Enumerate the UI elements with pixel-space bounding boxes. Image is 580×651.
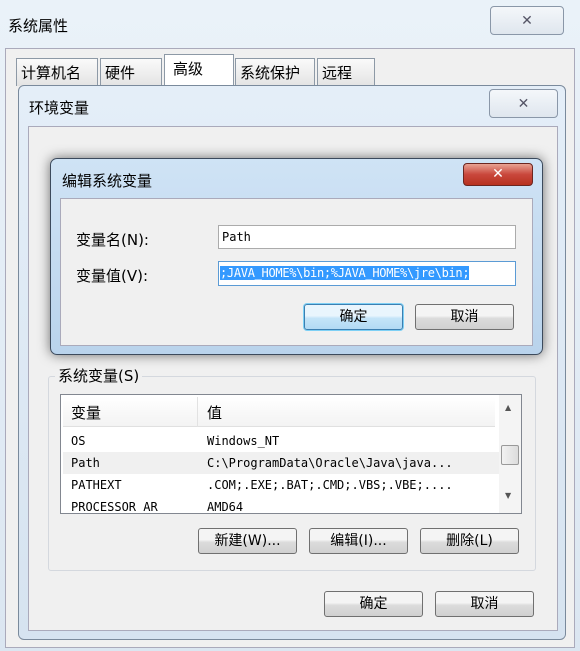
var-value: Windows_NT [207, 434, 280, 448]
table-row[interactable]: PROCESSOR_AR AMD64 [63, 496, 499, 514]
close-icon: ✕ [521, 13, 533, 29]
var-name: OS [71, 434, 86, 448]
tab-hardware[interactable]: 硬件 [100, 58, 162, 86]
system-vars-list[interactable]: 变量 值 OS Windows_NT Path C:\ProgramData\Ora… [60, 394, 522, 514]
dialog-body: 变量名(N): Path 变量值(V): ;JAVA_HOME%\bin;%JA… [60, 198, 533, 346]
tab-remote[interactable]: 远程 [317, 58, 375, 86]
table-row[interactable]: OS Windows_NT [63, 430, 499, 452]
var-name: PATHEXT [71, 478, 122, 492]
var-value: .COM;.EXE;.BAT;.CMD;.VBS;.VBE;.... [207, 478, 453, 492]
name-label: 变量名(N): [76, 231, 149, 249]
scroll-thumb[interactable] [501, 445, 519, 465]
tab-system-protection[interactable]: 系统保护 [235, 58, 315, 86]
system-vars-label: 系统变量(S) [55, 365, 143, 386]
var-value: C:\ProgramData\Oracle\Java\java... [207, 456, 453, 470]
variable-name-input[interactable]: Path [218, 225, 516, 249]
column-header-value[interactable]: 值 [207, 402, 222, 423]
window-title: 系统属性 [8, 17, 69, 35]
delete-button[interactable]: 删除(L) [420, 528, 519, 554]
var-name: Path [71, 456, 100, 470]
table-row[interactable]: Path C:\ProgramData\Oracle\Java\java... [63, 452, 499, 474]
ok-button[interactable]: 确定 [324, 591, 423, 617]
close-button[interactable]: ✕ [463, 163, 533, 186]
edit-button[interactable]: 编辑(I)... [309, 528, 408, 554]
scroll-down-icon[interactable]: ▼ [505, 491, 511, 500]
dialog-title: 环境变量 [29, 99, 90, 117]
cancel-button[interactable]: 取消 [415, 304, 514, 330]
vertical-scrollbar[interactable]: ▲ ▼ [499, 395, 521, 513]
edit-system-variable-dialog: 编辑系统变量 ✕ 变量名(N): Path 变量值(V): ;JAVA_HOME… [50, 158, 543, 355]
variable-value-input[interactable]: ;JAVA_HOME%\bin;%JAVA_HOME%\jre\bin; [218, 261, 516, 286]
new-button[interactable]: 新建(W)... [198, 528, 297, 554]
var-name: PROCESSOR_AR [71, 500, 158, 514]
column-header-variable[interactable]: 变量 [71, 402, 101, 423]
close-icon: ✕ [517, 96, 530, 112]
selected-text: ;JAVA_HOME%\bin;%JAVA_HOME%\jre\bin; [220, 266, 470, 280]
close-button[interactable]: ✕ [490, 6, 564, 35]
value-label: 变量值(V): [76, 267, 149, 285]
var-value: AMD64 [207, 500, 244, 514]
close-icon: ✕ [492, 166, 504, 182]
list-header: 变量 值 [63, 397, 495, 427]
tab-computer-name[interactable]: 计算机名 [16, 58, 98, 86]
tab-advanced[interactable]: 高级 [164, 54, 234, 86]
cancel-button[interactable]: 取消 [435, 591, 534, 617]
scroll-up-icon[interactable]: ▲ [505, 403, 511, 412]
column-divider[interactable] [197, 397, 198, 427]
close-button[interactable]: ✕ [489, 89, 558, 118]
table-row[interactable]: PATHEXT .COM;.EXE;.BAT;.CMD;.VBS;.VBE;...… [63, 474, 499, 496]
dialog-title: 编辑系统变量 [62, 172, 153, 190]
ok-button[interactable]: 确定 [304, 304, 403, 330]
